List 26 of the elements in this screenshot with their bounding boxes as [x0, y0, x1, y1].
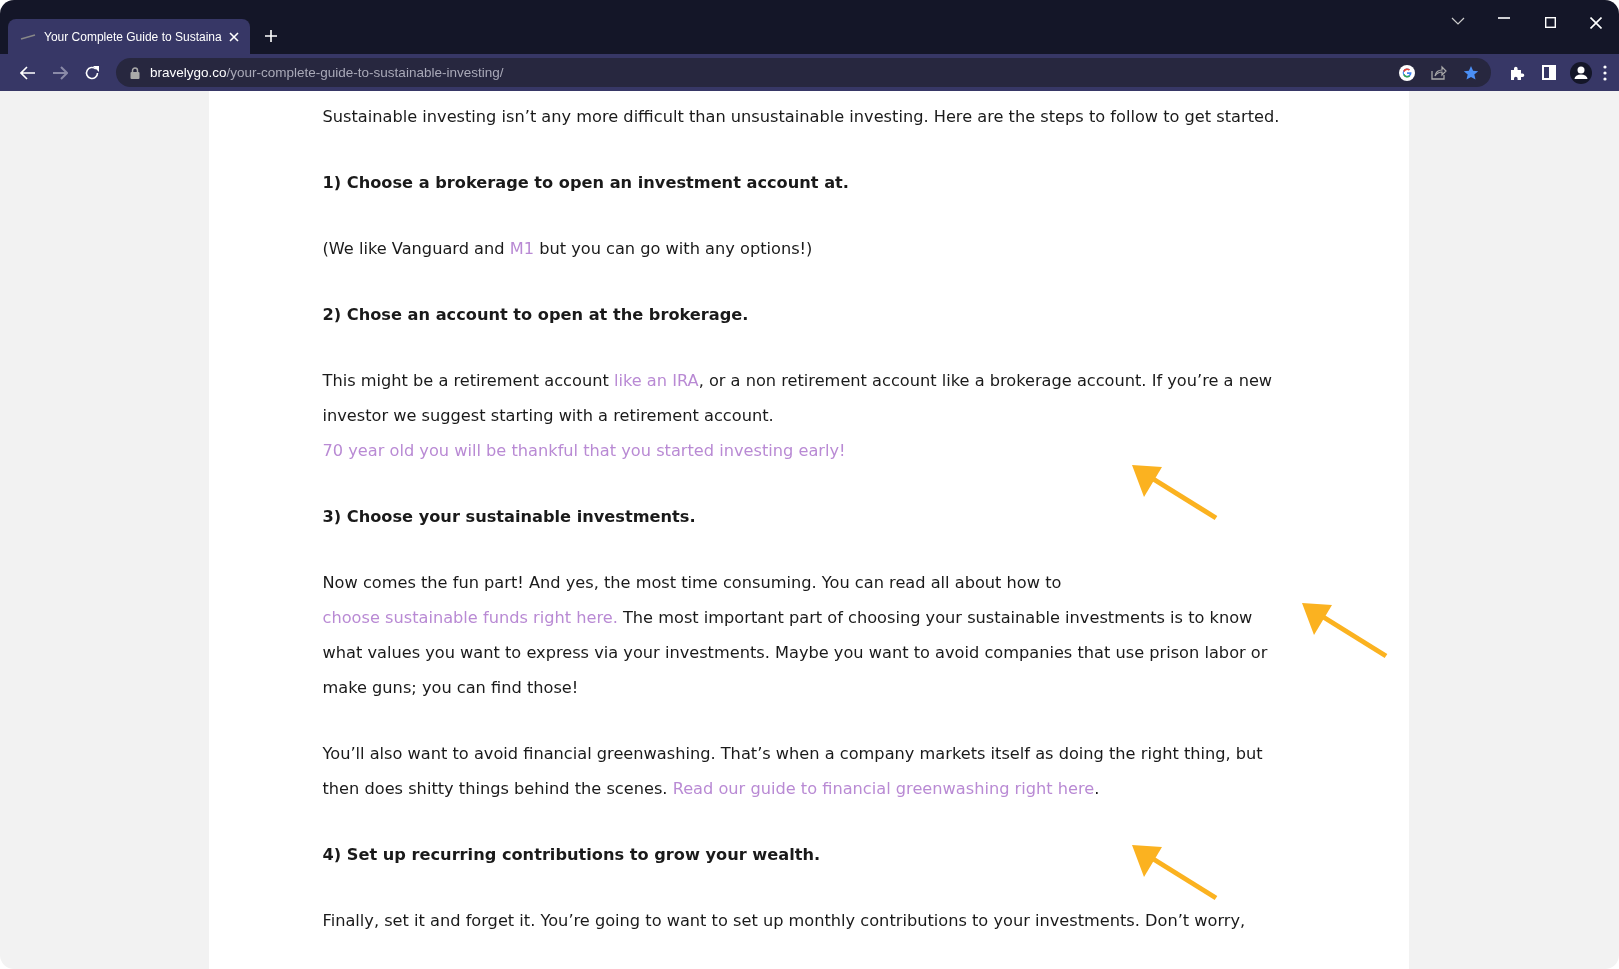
- text-link[interactable]: 70 year old you will be thankful that you started investing early!: [322, 441, 846, 460]
- paragraph: You’ll also want to avoid financial greenwashing. That’s when a company markets itself as doing the right thing, but then does shitty things behind the scenes. Read our guide to financial greenwashing right here.: [322, 743, 1264, 800]
- paragraph: Now comes the fun part! And yes, the most time consuming. You can read all about how to choose sustainable funds right here. The most important part of choosing your sustainable investments is to know what values you want to express via your investments. Maybe you want to avoid companies that use prison labor or make guns; you can find those!: [322, 572, 1269, 699]
- section-heading: 2) Chose an account to open at the brokerage.: [322, 304, 749, 326]
- google-icon[interactable]: [1399, 64, 1415, 81]
- text-link[interactable]: M1: [509, 239, 534, 258]
- text-link[interactable]: choose sustainable funds right here.: [322, 608, 618, 627]
- section-heading: 3) Choose your sustainable investments.: [322, 506, 696, 528]
- paragraph: (We like Vanguard and M1 but you can go with any options!): [322, 238, 813, 260]
- bookmark-star-icon[interactable]: [1463, 64, 1479, 81]
- paragraph: Sustainable investing isn’t any more difficult than unsustainable investing. Here are the steps to follow to get started.: [322, 106, 1280, 128]
- close-icon[interactable]: [227, 30, 240, 43]
- plus-icon[interactable]: [263, 29, 278, 44]
- browser-tab[interactable]: Your Complete Guide to Sustaina: [8, 19, 250, 55]
- section-heading: 1) Choose a brokerage to open an investment account at.: [322, 172, 849, 194]
- lock-icon: [130, 66, 140, 79]
- text-link[interactable]: Read our guide to financial greenwashing right here: [672, 779, 1095, 798]
- paragraph: Finally, set it and forget it. You’re going to want to set up monthly contributions to your investments. Don’t worry,: [322, 910, 1246, 932]
- share-icon[interactable]: [1431, 65, 1447, 81]
- url-text: bravelygo.co/your-complete-guide-to-sustainable-investing/: [150, 65, 504, 81]
- address-bar[interactable]: bravelygo.co/your-complete-guide-to-sustainable-investing/: [116, 58, 1491, 88]
- paragraph: This might be a retirement account like an IRA, or a non retirement account like a brokerage account. If you’re a new investor we suggest starting with a retirement account. 70 year old you will be thankful that you started investing early!: [322, 370, 1274, 462]
- text-link[interactable]: like an IRA: [613, 371, 699, 390]
- favicon-icon: [20, 33, 36, 40]
- tab-title: Your Complete Guide to Sustaina: [44, 29, 222, 44]
- section-heading: 4) Set up recurring contributions to grow your wealth.: [322, 844, 821, 866]
